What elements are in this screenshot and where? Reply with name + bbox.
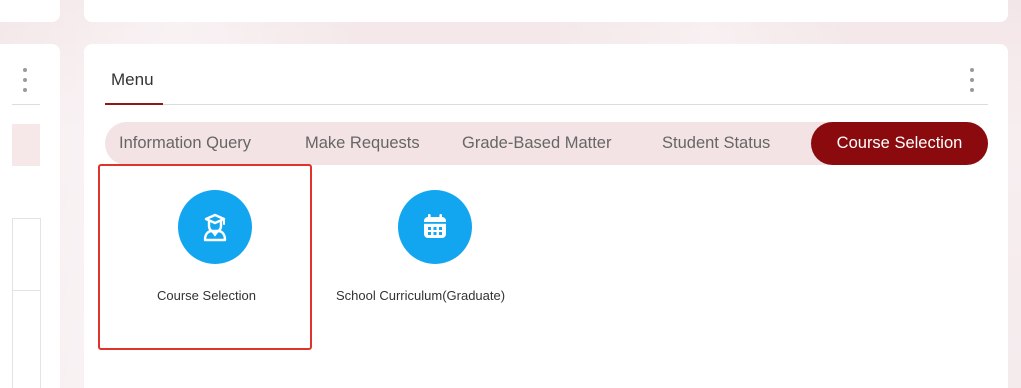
left-panel-selected-row[interactable] bbox=[12, 124, 40, 166]
tab-information-query[interactable]: Information Query bbox=[119, 122, 251, 165]
more-vertical-icon[interactable] bbox=[969, 68, 975, 92]
left-panel bbox=[0, 44, 60, 388]
tab-make-requests[interactable]: Make Requests bbox=[305, 122, 420, 165]
app-label: School Curriculum(Graduate) bbox=[336, 288, 506, 303]
menu-title-underline bbox=[105, 103, 163, 105]
left-panel-divider bbox=[12, 104, 40, 105]
graduate-student-icon bbox=[178, 190, 252, 264]
menu-card: Menu Information Query Make Requests Gra… bbox=[84, 44, 1008, 388]
tab-student-status[interactable]: Student Status bbox=[662, 122, 770, 165]
more-vertical-icon[interactable] bbox=[22, 68, 28, 92]
left-panel-table-row-divider bbox=[12, 290, 40, 291]
app-course-selection[interactable]: Course Selection bbox=[144, 190, 294, 310]
top-card bbox=[84, 0, 1008, 22]
top-left-card bbox=[0, 0, 60, 22]
calendar-icon bbox=[398, 190, 472, 264]
menu-title-divider bbox=[105, 104, 988, 105]
tab-course-selection[interactable]: Course Selection bbox=[811, 122, 988, 165]
tab-grade-based-matter[interactable]: Grade-Based Matter bbox=[462, 122, 611, 165]
app-label: Course Selection bbox=[157, 288, 256, 303]
menu-title: Menu bbox=[111, 70, 154, 89]
left-panel-table bbox=[12, 218, 41, 388]
app-school-curriculum[interactable]: School Curriculum(Graduate) bbox=[336, 190, 546, 310]
menu-tab-bar: Information Query Make Requests Grade-Ba… bbox=[105, 122, 988, 165]
